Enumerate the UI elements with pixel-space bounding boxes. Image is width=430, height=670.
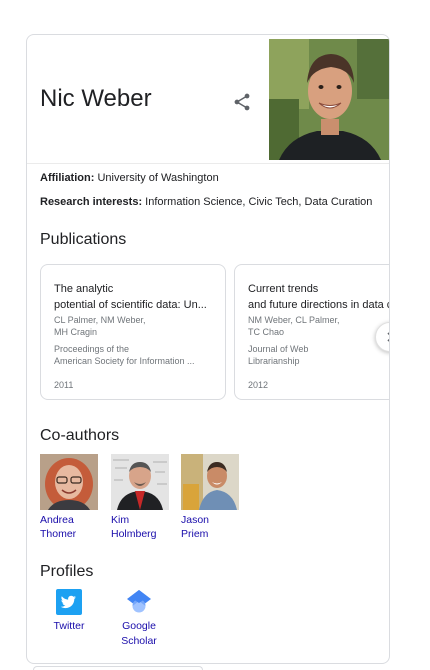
research-interests-label: Research interests: bbox=[40, 196, 143, 208]
coauthor-name[interactable]: Andrea Thomer bbox=[40, 513, 98, 541]
publication-year: 2012 bbox=[248, 380, 269, 390]
publication-title-line: The analytic bbox=[54, 283, 114, 295]
chevron-right-icon bbox=[387, 332, 389, 342]
coauthor-name-line[interactable]: Priem bbox=[181, 527, 239, 541]
profile-twitter-link[interactable]: Twitter bbox=[49, 589, 89, 634]
publication-journal-line: Journal of Web bbox=[248, 344, 309, 354]
coauthor-name-line[interactable]: Andrea bbox=[40, 513, 98, 527]
profile-label[interactable]: Google Scholar bbox=[117, 619, 161, 649]
publication-authors: NM Weber, CL Palmer, TC Chao bbox=[248, 314, 340, 338]
coauthor-name-line[interactable]: Jason bbox=[181, 513, 239, 527]
share-icon[interactable] bbox=[231, 91, 253, 113]
publication-journal: Journal of Web Librarianship bbox=[248, 343, 389, 367]
profiles-heading: Profiles bbox=[40, 563, 94, 580]
publications-heading: Publications bbox=[40, 231, 127, 248]
coauthor-avatar[interactable] bbox=[111, 454, 169, 510]
publication-authors-line: CL Palmer, NM Weber, bbox=[54, 315, 146, 325]
publication-authors-line: MH Cragin bbox=[54, 327, 98, 337]
person-photo[interactable] bbox=[269, 39, 389, 160]
publication-title: The analytic potential of scientific dat… bbox=[54, 281, 216, 313]
coauthors-heading: Co-authors bbox=[40, 427, 120, 444]
panel-header: Nic Weber bbox=[27, 35, 389, 164]
profile-google-scholar-link[interactable]: Google Scholar bbox=[117, 589, 161, 649]
publication-card[interactable]: The analytic potential of scientific dat… bbox=[40, 264, 226, 400]
coauthor-name-line[interactable]: Thomer bbox=[40, 527, 98, 541]
publication-title-line: and future directions in data cu... bbox=[248, 299, 389, 311]
coauthor-name-line[interactable]: Kim bbox=[111, 513, 169, 527]
profile-label-line[interactable]: Twitter bbox=[49, 619, 89, 634]
publication-journal-line: American Society for Information ... bbox=[54, 356, 195, 366]
publication-journal-line: Proceedings of the bbox=[54, 344, 130, 354]
publication-authors: CL Palmer, NM Weber, MH Cragin bbox=[54, 314, 146, 338]
publication-title-line: potential of scientific data: Un... bbox=[54, 299, 207, 311]
publication-journal: Proceedings of the American Society for … bbox=[54, 343, 214, 367]
publication-card[interactable]: Current trends and future directions in … bbox=[234, 264, 389, 400]
publication-title-line: Current trends bbox=[248, 283, 319, 295]
research-interests-fact: Research interests: Information Science,… bbox=[40, 196, 372, 208]
knowledge-panel: Nic Weber Affiliation: University of Was… bbox=[26, 34, 390, 664]
profile-label-line[interactable]: Google bbox=[117, 619, 161, 634]
twitter-icon[interactable] bbox=[56, 589, 82, 615]
profile-label[interactable]: Twitter bbox=[49, 619, 89, 634]
person-name: Nic Weber bbox=[40, 85, 152, 112]
affiliation-value: University of Washington bbox=[97, 172, 219, 184]
publication-authors-line: TC Chao bbox=[248, 327, 285, 337]
publication-journal-line: Librarianship bbox=[248, 356, 300, 366]
coauthor-name-line[interactable]: Holmberg bbox=[111, 527, 169, 541]
coauthor-avatar[interactable] bbox=[181, 454, 239, 510]
publication-title: Current trends and future directions in … bbox=[248, 281, 389, 313]
coauthor-name[interactable]: Kim Holmberg bbox=[111, 513, 169, 541]
coauthor-avatar[interactable] bbox=[40, 454, 98, 510]
profile-label-line[interactable]: Scholar bbox=[117, 634, 161, 649]
coauthor-name[interactable]: Jason Priem bbox=[181, 513, 239, 541]
google-scholar-icon[interactable] bbox=[126, 589, 152, 615]
publication-year: 2011 bbox=[54, 380, 74, 390]
coauthor-item[interactable]: Jason Priem bbox=[181, 454, 239, 541]
coauthor-item[interactable]: Andrea Thomer bbox=[40, 454, 98, 541]
research-interests-value: Information Science, Civic Tech, Data Cu… bbox=[145, 196, 373, 208]
coauthor-item[interactable]: Kim Holmberg bbox=[111, 454, 169, 541]
next-card-edge bbox=[33, 666, 203, 670]
affiliation-fact: Affiliation: University of Washington bbox=[40, 172, 219, 184]
affiliation-label: Affiliation: bbox=[40, 172, 95, 184]
publication-authors-line: NM Weber, CL Palmer, bbox=[248, 315, 340, 325]
